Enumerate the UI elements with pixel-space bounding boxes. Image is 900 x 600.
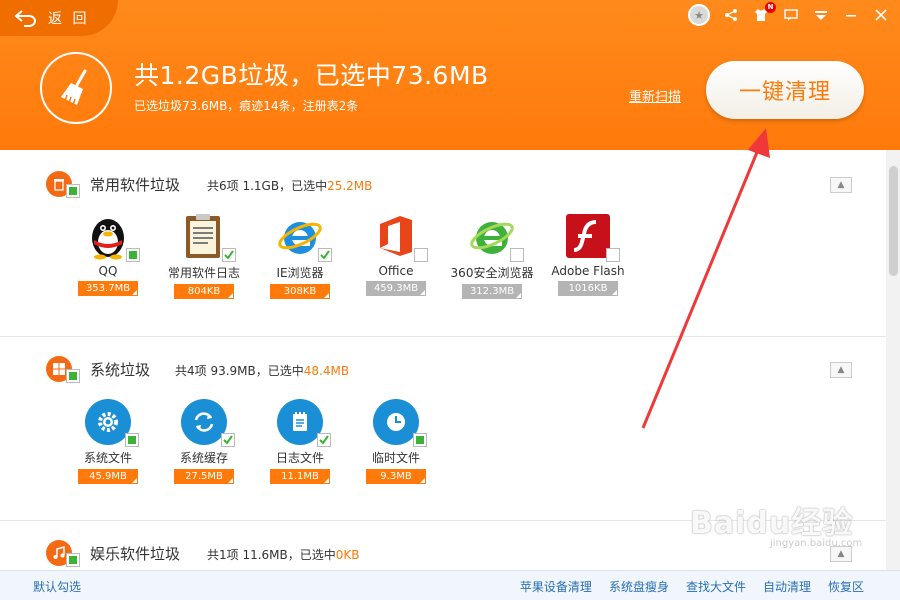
vertical-scrollbar[interactable]	[886, 150, 900, 570]
item-checkbox[interactable]	[318, 248, 332, 262]
item-system-files[interactable]: 系统文件 45.9MB	[63, 399, 153, 484]
item-adobe-flash[interactable]: Adobe Flash 1016KB	[543, 212, 633, 296]
item-checkbox[interactable]	[413, 433, 427, 447]
baidu-watermark: Baidu经验	[690, 506, 854, 541]
item-checkbox[interactable]	[317, 433, 331, 447]
item-checkbox[interactable]	[126, 248, 140, 262]
header-banner: 返 回 ★ N 共1.2GB垃圾，已选中73.6MB 已选垃圾73.6MB，痕迹…	[0, 0, 900, 150]
item-office[interactable]: Office 459.3MB	[351, 212, 441, 296]
qq-penguin-icon	[84, 212, 140, 262]
menu-icon[interactable]	[812, 6, 830, 24]
back-arrow-icon	[14, 10, 36, 27]
footer-link-apple-device-clean[interactable]: 苹果设备清理	[520, 578, 592, 595]
item-size-badge: 804KB	[174, 284, 234, 299]
item-software-log[interactable]: 常用软件日志 804KB	[159, 212, 249, 299]
item-size-badge: 9.3MB	[366, 469, 426, 484]
item-360-browser[interactable]: 360安全浏览器 312.3MB	[447, 212, 537, 299]
office-icon	[372, 212, 428, 262]
window-controls: ★ N	[688, 2, 890, 26]
section-common-software: 常用软件垃圾 共6项 1.1GB，已选中25.2MB ▲ QQ 353.7MB	[0, 150, 886, 337]
share-icon[interactable]	[722, 6, 740, 24]
section-summary: 共1项 11.6MB，已选中0KB	[207, 548, 360, 562]
item-label: 360安全浏览器	[450, 266, 534, 280]
message-icon[interactable]	[782, 6, 800, 24]
flash-icon	[564, 212, 620, 262]
collapse-button[interactable]: ▲	[830, 362, 852, 378]
item-label: 系统缓存	[179, 451, 228, 465]
item-checkbox[interactable]	[125, 433, 139, 447]
item-label: 系统文件	[83, 451, 132, 465]
item-size-badge: 353.7MB	[78, 281, 138, 296]
section-summary: 共4项 93.9MB，已选中48.4MB	[175, 364, 350, 378]
item-label: QQ	[98, 264, 118, 278]
item-size-badge: 11.1MB	[270, 469, 330, 484]
item-size-badge: 45.9MB	[78, 469, 138, 484]
clipboard-log-icon	[180, 212, 236, 262]
360-browser-icon	[468, 212, 524, 262]
item-label: Office	[378, 264, 414, 278]
gear-icon	[85, 399, 139, 447]
collapse-button[interactable]: ▲	[830, 177, 852, 193]
item-qq[interactable]: QQ 353.7MB	[63, 212, 153, 296]
back-label: 返 回	[48, 11, 90, 27]
minimize-icon[interactable]	[842, 6, 860, 24]
section-summary: 共6项 1.1GB，已选中25.2MB	[207, 179, 373, 193]
close-icon[interactable]	[872, 6, 890, 24]
scrollbar-thumb[interactable]	[889, 166, 898, 276]
item-size-badge: 27.5MB	[174, 469, 234, 484]
item-size-badge: 308KB	[270, 284, 330, 299]
footer-bar: 默认勾选 苹果设备清理 系统盘瘦身 查找大文件 自动清理 恢复区	[0, 570, 900, 600]
item-checkbox[interactable]	[510, 248, 524, 262]
item-label: IE浏览器	[276, 266, 324, 280]
skin-shirt-icon[interactable]: N	[752, 2, 776, 24]
section-title: 常用软件垃圾	[90, 176, 181, 194]
section-checkbox[interactable]	[66, 184, 80, 198]
broom-icon	[40, 52, 112, 124]
medal-icon[interactable]: ★	[688, 4, 710, 26]
notepad-icon	[277, 399, 331, 447]
footer-link-find-large-files[interactable]: 查找大文件	[686, 578, 746, 595]
section-checkbox[interactable]	[66, 369, 80, 383]
rescan-link[interactable]: 重新扫描	[629, 86, 681, 105]
scan-result-headline: 共1.2GB垃圾，已选中73.6MB	[134, 61, 489, 90]
item-ie-browser[interactable]: IE浏览器 308KB	[255, 212, 345, 299]
default-select-link[interactable]: 默认勾选	[33, 578, 81, 595]
baidu-watermark-url: jingyan.baidu.com	[770, 538, 863, 549]
footer-link-recovery-area[interactable]: 恢复区	[828, 578, 864, 595]
item-size-badge: 1016KB	[558, 281, 618, 296]
footer-link-system-disk-slim[interactable]: 系统盘瘦身	[609, 578, 669, 595]
item-label: 临时文件	[371, 451, 420, 465]
section-system-junk: 系统垃圾 共4项 93.9MB，已选中48.4MB ▲ 系统文件 45.9MB …	[0, 337, 886, 521]
item-size-badge: 312.3MB	[462, 284, 522, 299]
item-checkbox[interactable]	[414, 248, 428, 262]
new-badge: N	[765, 2, 776, 13]
clock-icon	[373, 399, 427, 447]
item-label: 日志文件	[275, 451, 324, 465]
section-title: 娱乐软件垃圾	[90, 545, 181, 563]
item-checkbox[interactable]	[222, 248, 236, 262]
item-label: Adobe Flash	[551, 264, 625, 278]
item-log-files[interactable]: 日志文件 11.1MB	[255, 399, 345, 484]
item-checkbox[interactable]	[606, 248, 620, 262]
item-checkbox[interactable]	[221, 433, 235, 447]
footer-link-auto-clean[interactable]: 自动清理	[763, 578, 811, 595]
section-title: 系统垃圾	[90, 361, 151, 379]
refresh-icon	[181, 399, 235, 447]
section-checkbox[interactable]	[66, 553, 80, 567]
item-size-badge: 459.3MB	[366, 281, 426, 296]
footer-links: 苹果设备清理 系统盘瘦身 查找大文件 自动清理 恢复区	[520, 578, 864, 595]
back-button[interactable]: 返 回	[0, 0, 118, 36]
scan-result-detail: 已选垃圾73.6MB，痕迹14条，注册表2条	[134, 99, 359, 113]
item-system-cache[interactable]: 系统缓存 27.5MB	[159, 399, 249, 484]
item-label: 常用软件日志	[167, 266, 240, 280]
item-temp-files[interactable]: 临时文件 9.3MB	[351, 399, 441, 484]
one-click-clean-button[interactable]: 一键清理	[706, 61, 864, 119]
ie-browser-icon	[276, 212, 332, 262]
